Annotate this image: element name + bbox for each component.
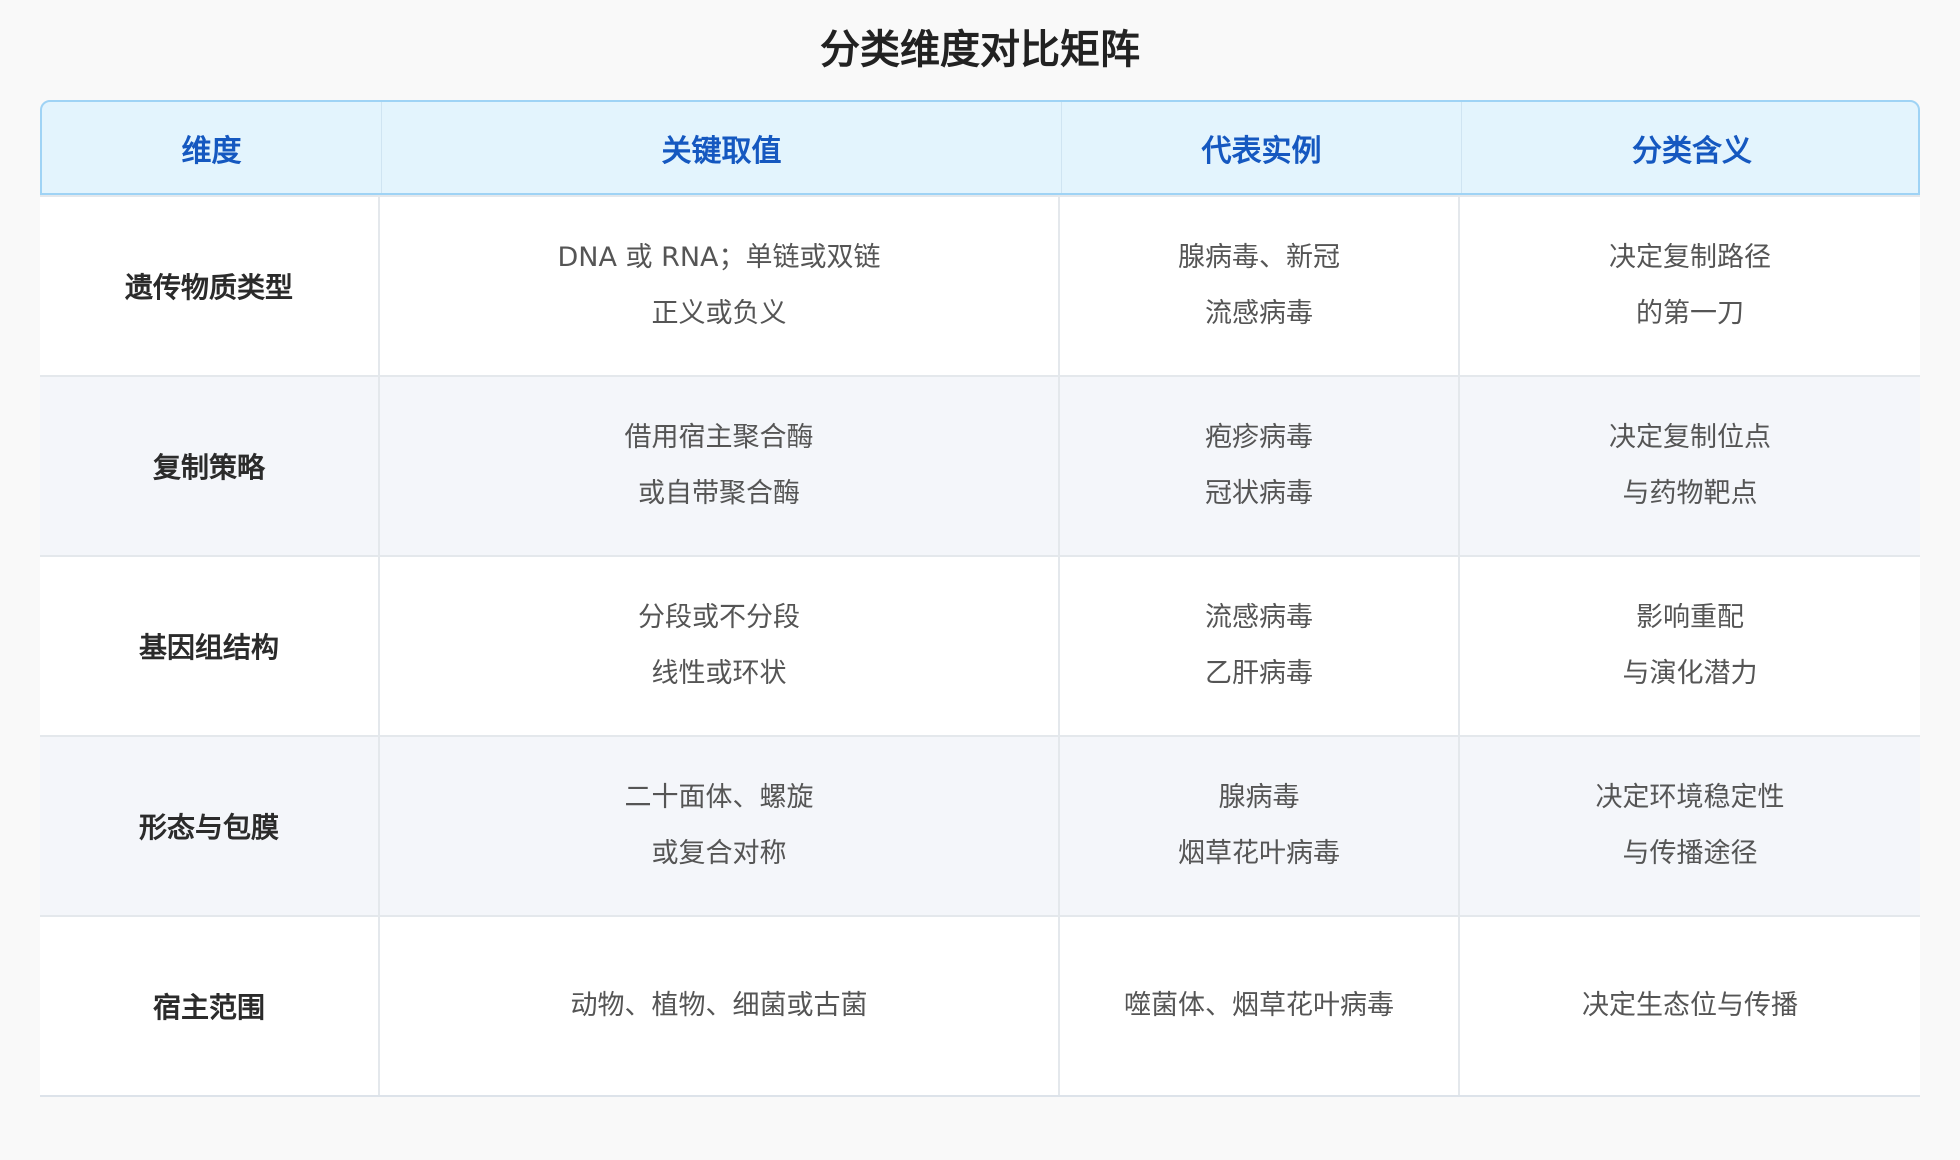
cell-line: 或自带聚合酶 [638, 478, 800, 509]
dimension-cell: 宿主范围 [40, 917, 380, 1095]
cell-line: 与传播途径 [1622, 838, 1758, 869]
table-header-row: 维度 关键取值 代表实例 分类含义 [40, 100, 1920, 195]
examples-cell: 腺病毒 烟草花叶病毒 [1060, 737, 1460, 915]
examples-cell: 疱疹病毒 冠状病毒 [1060, 377, 1460, 555]
key-values-cell: 二十面体、螺旋 或复合对称 [380, 737, 1060, 915]
meaning-cell: 影响重配 与演化潜力 [1460, 557, 1920, 735]
dimension-cell: 复制策略 [40, 377, 380, 555]
cell-line: 噬菌体、烟草花叶病毒 [1124, 990, 1394, 1021]
meaning-cell: 决定复制位点 与药物靶点 [1460, 377, 1920, 555]
cell-line: 决定环境稳定性 [1595, 782, 1785, 813]
cell-line: 正义或负义 [651, 298, 787, 329]
cell-line: DNA 或 RNA；单链或双链 [557, 242, 881, 273]
table-row: 复制策略 借用宿主聚合酶 或自带聚合酶 疱疹病毒 冠状病毒 决定复制位点 与药物… [40, 375, 1920, 555]
key-values-cell: DNA 或 RNA；单链或双链 正义或负义 [380, 197, 1060, 375]
dimension-cell: 遗传物质类型 [40, 197, 380, 375]
cell-line: 的第一刀 [1636, 298, 1744, 329]
column-header-meaning: 分类含义 [1632, 133, 1752, 169]
cell-line: 动物、植物、细菌或古菌 [570, 990, 868, 1021]
cell-line: 烟草花叶病毒 [1178, 838, 1340, 869]
page-title: 分类维度对比矩阵 [820, 27, 1140, 73]
cell-line: 决定复制位点 [1609, 422, 1771, 453]
cell-line: 分段或不分段 [638, 602, 800, 633]
cell-line: 决定复制路径 [1609, 242, 1771, 273]
cell-line: 影响重配 [1636, 602, 1744, 633]
key-values-cell: 动物、植物、细菌或古菌 [380, 917, 1060, 1095]
cell-line: 乙肝病毒 [1205, 658, 1313, 689]
cell-line: 决定生态位与传播 [1582, 990, 1798, 1021]
table-row: 宿主范围 动物、植物、细菌或古菌 噬菌体、烟草花叶病毒 决定生态位与传播 [40, 915, 1920, 1095]
cell-line: 腺病毒 [1218, 782, 1300, 813]
examples-cell: 腺病毒、新冠 流感病毒 [1060, 197, 1460, 375]
meaning-cell: 决定环境稳定性 与传播途径 [1460, 737, 1920, 915]
examples-cell: 流感病毒 乙肝病毒 [1060, 557, 1460, 735]
cell-line: 流感病毒 [1205, 298, 1313, 329]
cell-line: 借用宿主聚合酶 [624, 422, 814, 453]
key-values-cell: 借用宿主聚合酶 或自带聚合酶 [380, 377, 1060, 555]
cell-line: 流感病毒 [1205, 602, 1313, 633]
cell-line: 与演化潜力 [1622, 658, 1758, 689]
cell-line: 与药物靶点 [1622, 478, 1758, 509]
meaning-cell: 决定复制路径 的第一刀 [1460, 197, 1920, 375]
key-values-cell: 分段或不分段 线性或环状 [380, 557, 1060, 735]
cell-line: 线性或环状 [651, 658, 787, 689]
dimension-cell: 形态与包膜 [40, 737, 380, 915]
dimension-cell: 基因组结构 [40, 557, 380, 735]
table-row: 基因组结构 分段或不分段 线性或环状 流感病毒 乙肝病毒 影响重配 与演化潜力 [40, 555, 1920, 735]
cell-line: 或复合对称 [651, 838, 787, 869]
cell-line: 二十面体、螺旋 [624, 782, 814, 813]
table-row: 形态与包膜 二十面体、螺旋 或复合对称 腺病毒 烟草花叶病毒 决定环境稳定性 与… [40, 735, 1920, 915]
column-header-key-values: 关键取值 [382, 102, 1062, 193]
meaning-cell: 决定生态位与传播 [1460, 917, 1920, 1095]
column-header-dimension: 维度 [42, 102, 382, 193]
examples-cell: 噬菌体、烟草花叶病毒 [1060, 917, 1460, 1095]
cell-line: 腺病毒、新冠 [1178, 242, 1340, 273]
column-header-examples: 代表实例 [1062, 102, 1462, 193]
cell-line: 冠状病毒 [1205, 478, 1313, 509]
table-row: 遗传物质类型 DNA 或 RNA；单链或双链 正义或负义 腺病毒、新冠 流感病毒… [40, 195, 1920, 375]
comparison-matrix: 维度 关键取值 代表实例 分类含义 遗传物质类型 DNA 或 RNA；单链或双链… [40, 100, 1920, 1097]
cell-line: 疱疹病毒 [1205, 422, 1313, 453]
